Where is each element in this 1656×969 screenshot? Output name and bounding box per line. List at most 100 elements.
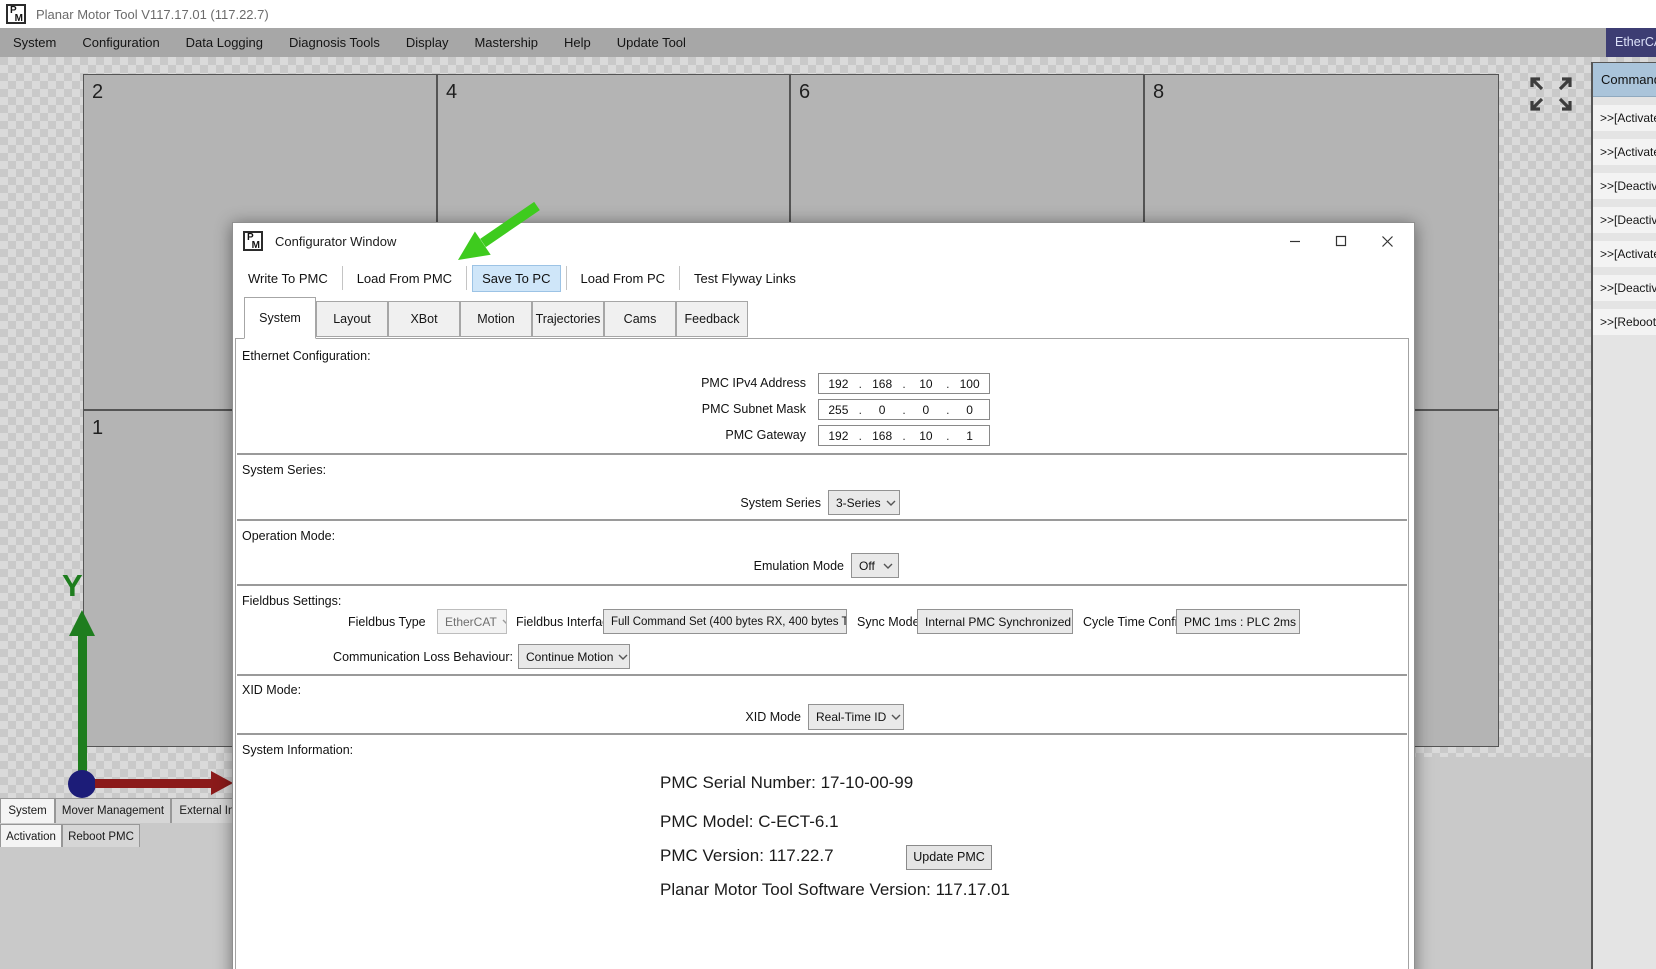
update-pmc-button[interactable]: Update PMC	[906, 845, 992, 870]
tab-activation[interactable]: Activation	[0, 824, 62, 847]
pm-logo-icon: P M	[6, 4, 26, 24]
tab-cams[interactable]: Cams	[604, 301, 676, 337]
system-series-value: 3-Series	[836, 495, 881, 510]
section-separator	[237, 453, 1407, 455]
fieldbus-type-dropdown[interactable]: EtherCAT	[437, 609, 507, 634]
fieldbus-interface-dropdown[interactable]: Full Command Set (400 bytes RX, 400 byte…	[603, 609, 847, 634]
sync-mode-dropdown[interactable]: Internal PMC Synchronized	[917, 609, 1073, 634]
bottom-right-panel	[1415, 757, 1591, 969]
pm-logo-m: M	[251, 240, 260, 251]
configurator-window: P M Configurator Window Write To PMC Loa…	[232, 222, 1415, 969]
command-item-reboot[interactable]: >>[Reboot	[1593, 309, 1656, 335]
configurator-titlebar[interactable]: P M Configurator Window	[233, 223, 1414, 259]
xid-mode-label: XID Mode	[745, 710, 801, 724]
tile-label: 6	[799, 81, 811, 103]
emulation-mode-value: Off	[859, 558, 875, 573]
tab-reboot-pmc[interactable]: Reboot PMC	[62, 824, 140, 847]
comm-loss-dropdown[interactable]: Continue Motion	[518, 644, 630, 669]
command-item-activate-2[interactable]: >>[Activate	[1593, 139, 1656, 165]
system-series-label: System Series	[740, 496, 821, 510]
menubar: System Configuration Data Logging Diagno…	[0, 28, 1656, 57]
menu-configuration[interactable]: Configuration	[69, 28, 172, 57]
cycle-time-config-dropdown[interactable]: PMC 1ms : PLC 2ms	[1176, 609, 1300, 634]
chevron-down-icon	[502, 619, 506, 624]
system-tab-panel: Ethernet Configuration: PMC IPv4 Address…	[235, 338, 1409, 969]
octet[interactable]: 10	[907, 429, 946, 443]
command-header: Command	[1593, 63, 1656, 97]
pmc-gateway-label: PMC Gateway	[725, 428, 806, 442]
pmc-subnet-label: PMC Subnet Mask	[701, 402, 806, 416]
octet[interactable]: 0	[907, 403, 946, 417]
octet[interactable]: 255	[819, 403, 858, 417]
emulation-mode-dropdown[interactable]: Off	[851, 553, 899, 578]
octet[interactable]: 100	[950, 377, 989, 391]
section-separator	[237, 519, 1407, 521]
expand-fullscreen-icon[interactable]	[1527, 74, 1575, 119]
tab-layout[interactable]: Layout	[316, 301, 388, 337]
tab-system[interactable]: System	[244, 297, 316, 339]
tile-label: 2	[92, 81, 104, 103]
command-item-activate-1[interactable]: >>[Activate	[1593, 105, 1656, 131]
chevron-down-icon	[883, 563, 893, 569]
octet[interactable]: 168	[863, 429, 902, 443]
octet[interactable]: 192	[819, 429, 858, 443]
fieldbus-interface-value: Full Command Set (400 bytes RX, 400 byte…	[611, 615, 847, 628]
test-flyway-links-button[interactable]: Test Flyway Links	[685, 266, 805, 291]
command-item-activate-3[interactable]: >>[Activate	[1593, 241, 1656, 267]
minimize-icon[interactable]	[1272, 223, 1318, 259]
pmc-subnet-input[interactable]: 255. 0. 0. 0	[818, 399, 990, 420]
origin-marker	[68, 770, 96, 798]
octet[interactable]: 0	[950, 403, 989, 417]
menu-diagnosis-tools[interactable]: Diagnosis Tools	[276, 28, 393, 57]
write-to-pmc-button[interactable]: Write To PMC	[239, 266, 337, 291]
software-version: Planar Motor Tool Software Version: 117.…	[660, 880, 1010, 899]
pmc-model: PMC Model: C-ECT-6.1	[660, 812, 839, 831]
app-title: Planar Motor Tool V117.17.01 (117.22.7)	[36, 6, 269, 22]
section-separator	[237, 733, 1407, 735]
system-series-dropdown[interactable]: 3-Series	[828, 490, 900, 515]
menu-system[interactable]: System	[0, 28, 69, 57]
tab-mover-management[interactable]: Mover Management	[55, 798, 171, 823]
menu-update-tool[interactable]: Update Tool	[604, 28, 699, 57]
octet[interactable]: 0	[863, 403, 902, 417]
octet[interactable]: 192	[819, 377, 858, 391]
command-item-deactivate-2[interactable]: >>[Deactiv	[1593, 207, 1656, 233]
tab-feedback[interactable]: Feedback	[676, 301, 748, 337]
section-separator	[237, 584, 1407, 586]
pm-logo-m: M	[14, 13, 23, 24]
command-item-deactivate-3[interactable]: >>[Deactiv	[1593, 275, 1656, 301]
maximize-icon[interactable]	[1318, 223, 1364, 259]
pmc-serial-number: PMC Serial Number: 17-10-00-99	[660, 773, 914, 792]
menu-help[interactable]: Help	[551, 28, 604, 57]
tile-label: 1	[92, 417, 104, 439]
planar-motor-tool-app: P M Planar Motor Tool V117.17.01 (117.22…	[0, 0, 1656, 969]
command-item-deactivate-1[interactable]: >>[Deactiv	[1593, 173, 1656, 199]
y-axis-label: Y	[62, 568, 83, 603]
fieldbus-type-label: Fieldbus Type	[348, 615, 426, 629]
configurator-toolbar: Write To PMC Load From PMC Save To PC Lo…	[233, 259, 1414, 297]
pmc-gateway-input[interactable]: 192. 168. 10. 1	[818, 425, 990, 446]
tab-xbot[interactable]: XBot	[388, 301, 460, 337]
tab-trajectories[interactable]: Trajectories	[532, 301, 604, 337]
pmc-ipv4-input[interactable]: 192. 168. 10. 100	[818, 373, 990, 394]
operation-mode-title: Operation Mode:	[242, 529, 336, 543]
menu-mastership[interactable]: Mastership	[461, 28, 551, 57]
octet[interactable]: 10	[907, 377, 946, 391]
app-titlebar: P M Planar Motor Tool V117.17.01 (117.22…	[0, 0, 1656, 28]
cycle-time-config-label: Cycle Time Config	[1083, 615, 1185, 629]
tile-label: 4	[446, 81, 458, 103]
menu-display[interactable]: Display	[393, 28, 462, 57]
xid-mode-title: XID Mode:	[242, 683, 302, 697]
tab-motion[interactable]: Motion	[460, 301, 532, 337]
bottom-left-panel: System Mover Management External Int Act…	[0, 798, 246, 969]
load-from-pc-button[interactable]: Load From PC	[572, 266, 675, 291]
close-icon[interactable]	[1364, 223, 1410, 259]
ethercat-button[interactable]: EtherCA	[1606, 28, 1656, 57]
xid-mode-dropdown[interactable]: Real-Time ID	[808, 704, 904, 730]
comm-loss-value: Continue Motion	[526, 649, 614, 664]
octet[interactable]: 1	[950, 429, 989, 443]
octet[interactable]: 168	[863, 377, 902, 391]
tab-system-bottom[interactable]: System	[0, 798, 55, 823]
menu-data-logging[interactable]: Data Logging	[173, 28, 276, 57]
comm-loss-label: Communication Loss Behaviour:	[333, 650, 513, 664]
